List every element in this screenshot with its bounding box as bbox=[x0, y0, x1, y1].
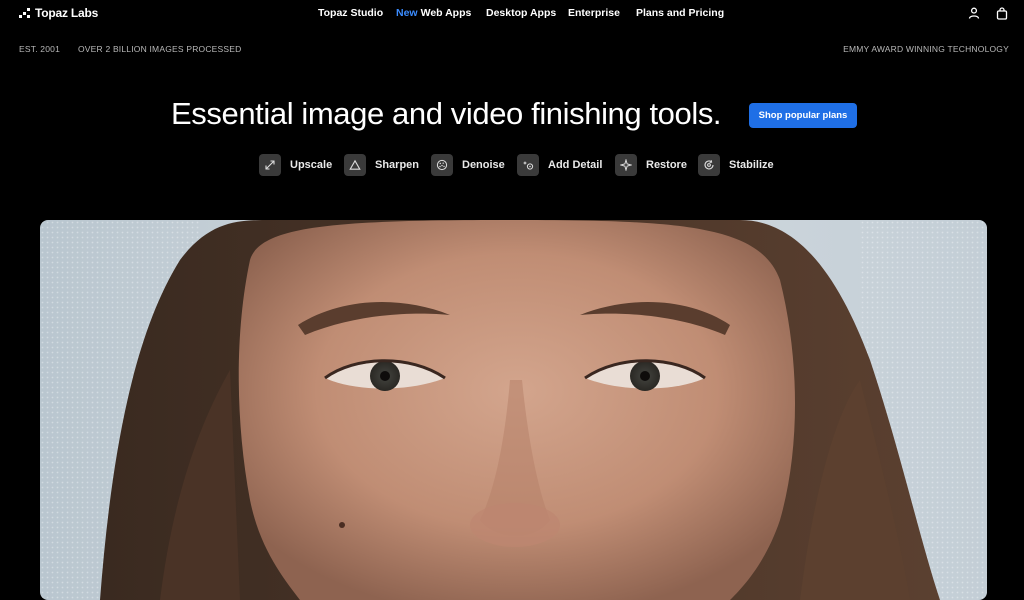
hero-title: Essential image and video finishing tool… bbox=[171, 96, 722, 131]
established-text: EST. 2001 bbox=[19, 44, 61, 54]
new-badge: New bbox=[396, 7, 418, 19]
feature-denoise[interactable]: Denoise bbox=[431, 154, 505, 176]
nav-item-web-apps[interactable]: New Web Apps bbox=[396, 7, 471, 19]
user-icon[interactable] bbox=[967, 6, 981, 20]
images-processed-text: OVER 2 BILLION IMAGES PROCESSED bbox=[78, 44, 242, 54]
top-navigation: Topaz Labs Topaz Studio New Web Apps Desk… bbox=[0, 0, 1024, 28]
stabilize-circle-icon bbox=[698, 154, 720, 176]
brand-logo[interactable]: Topaz Labs bbox=[19, 6, 98, 20]
feature-restore[interactable]: Restore bbox=[615, 154, 687, 176]
expand-arrows-icon bbox=[259, 154, 281, 176]
feature-label: Add Detail bbox=[548, 159, 603, 171]
feature-label: Denoise bbox=[462, 159, 505, 171]
feature-label: Stabilize bbox=[729, 159, 774, 171]
nav-actions bbox=[967, 6, 1009, 20]
feature-upscale[interactable]: Upscale bbox=[259, 154, 332, 176]
grain-circle-icon bbox=[431, 154, 453, 176]
feature-sharpen[interactable]: Sharpen bbox=[344, 154, 419, 176]
feature-label: Upscale bbox=[290, 159, 333, 171]
award-text: EMMY AWARD WINNING TECHNOLOGY bbox=[843, 44, 1009, 54]
shopping-bag-icon[interactable] bbox=[995, 6, 1009, 20]
nav-item-label: Web Apps bbox=[420, 7, 472, 19]
feature-list: Upscale Sharpen Denoise Add Detail Resto… bbox=[0, 154, 1024, 178]
brand-name: Topaz Labs bbox=[35, 6, 99, 20]
shop-plans-button[interactable]: Shop popular plans bbox=[749, 103, 857, 128]
triangle-icon bbox=[344, 154, 366, 176]
feature-stabilize[interactable]: Stabilize bbox=[698, 154, 774, 176]
nav-item-topaz-studio[interactable]: Topaz Studio bbox=[318, 7, 383, 19]
nav-item-plans-pricing[interactable]: Plans and Pricing bbox=[636, 7, 724, 19]
hero-portrait-image bbox=[40, 220, 987, 600]
nav-item-enterprise[interactable]: Enterprise bbox=[568, 7, 620, 19]
nav-item-desktop-apps[interactable]: Desktop Apps bbox=[486, 7, 556, 19]
topaz-logo-icon bbox=[19, 7, 30, 19]
feature-label: Sharpen bbox=[375, 159, 420, 171]
feature-label: Restore bbox=[646, 159, 687, 171]
star-sparkle-icon bbox=[615, 154, 637, 176]
feature-add-detail[interactable]: Add Detail bbox=[517, 154, 602, 176]
sparkle-dots-icon bbox=[517, 154, 539, 176]
